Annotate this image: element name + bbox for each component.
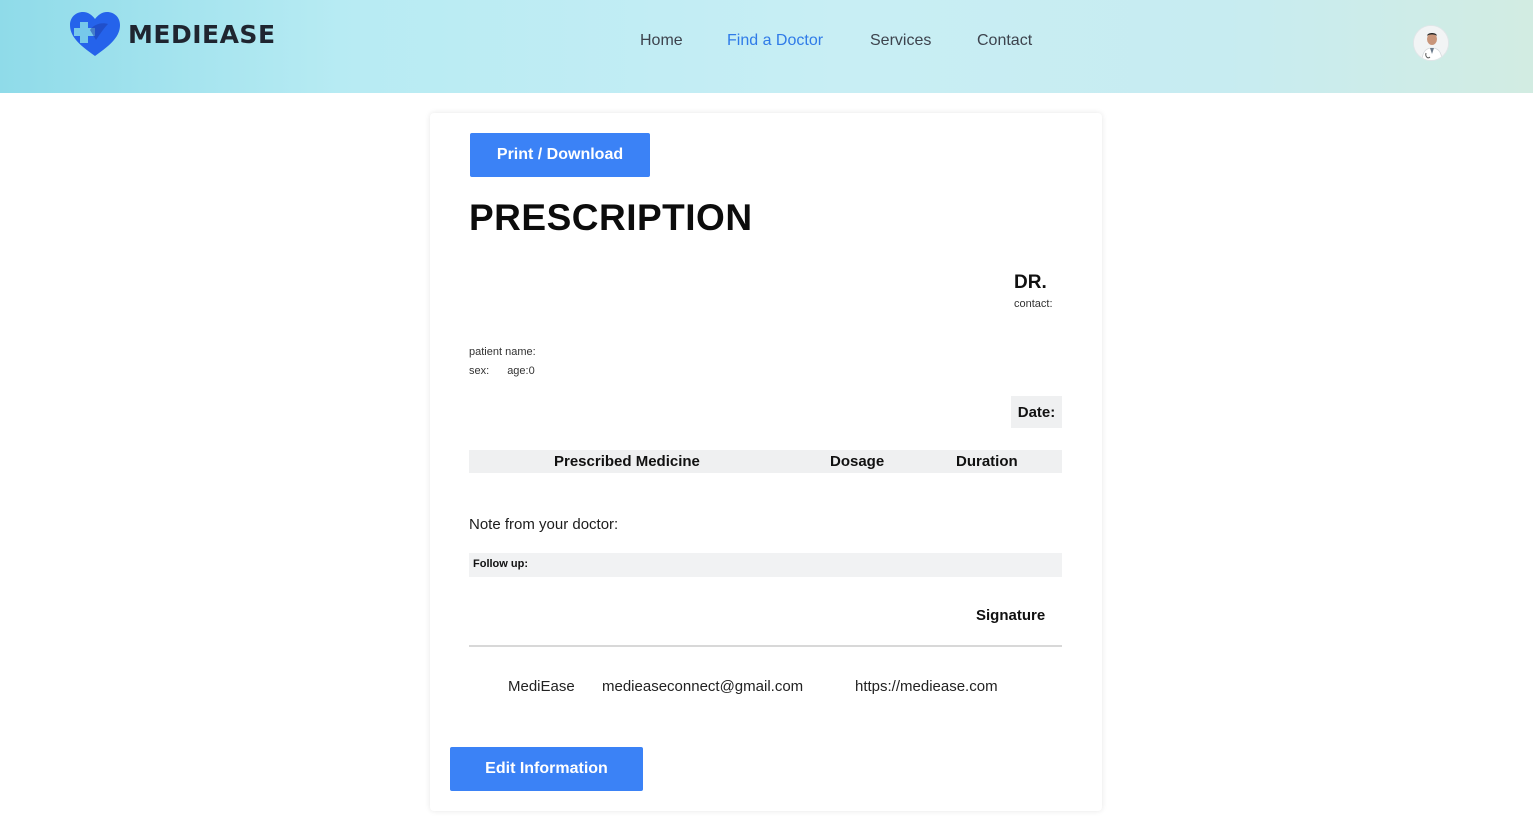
nav-find-a-doctor[interactable]: Find a Doctor bbox=[727, 32, 823, 50]
prescription-title: PRESCRIPTION bbox=[469, 197, 753, 238]
follow-up: Follow up: bbox=[469, 553, 1062, 577]
patient-demographics: sex: age:0 bbox=[469, 362, 536, 381]
nav-contact[interactable]: Contact bbox=[977, 32, 1032, 50]
doctor-name: DR. bbox=[1014, 272, 1047, 293]
footer-brand-name: MediEase bbox=[508, 678, 575, 695]
column-prescribed-medicine: Prescribed Medicine bbox=[554, 453, 700, 470]
doctor-avatar-icon bbox=[1414, 26, 1448, 60]
edit-information-button[interactable]: Edit Information bbox=[450, 747, 643, 791]
prescription-date: Date: bbox=[1011, 396, 1062, 428]
medicine-table-header: Prescribed Medicine Dosage Duration bbox=[469, 450, 1062, 473]
brand-name: MEDIEASE bbox=[128, 19, 276, 49]
prescription-card: Print / Download PRESCRIPTION DR. contac… bbox=[430, 113, 1102, 811]
footer-website: https://mediease.com bbox=[855, 678, 998, 695]
user-avatar[interactable] bbox=[1413, 25, 1449, 61]
patient-sex: sex: bbox=[469, 365, 490, 377]
nav-home[interactable]: Home bbox=[640, 32, 683, 50]
patient-info: patient name: sex: age:0 bbox=[469, 343, 536, 381]
patient-name: patient name: bbox=[469, 346, 536, 358]
column-dosage: Dosage bbox=[830, 453, 885, 470]
doctor-note-label: Note from your doctor: bbox=[469, 516, 619, 533]
heart-logo-icon bbox=[70, 12, 120, 56]
top-navbar: MEDIEASE Home Find a Doctor Services Con… bbox=[0, 0, 1533, 93]
signature-label: Signature bbox=[976, 607, 1046, 624]
doctor-contact: contact: bbox=[1014, 298, 1053, 310]
brand-logo[interactable]: MEDIEASE bbox=[68, 10, 276, 58]
footer-divider bbox=[469, 645, 1062, 647]
footer-email: medieaseconnect@gmail.com bbox=[602, 678, 804, 695]
print-download-button[interactable]: Print / Download bbox=[470, 133, 650, 177]
column-duration: Duration bbox=[956, 453, 1018, 470]
patient-age: age:0 bbox=[507, 365, 535, 377]
nav-services[interactable]: Services bbox=[870, 32, 931, 50]
